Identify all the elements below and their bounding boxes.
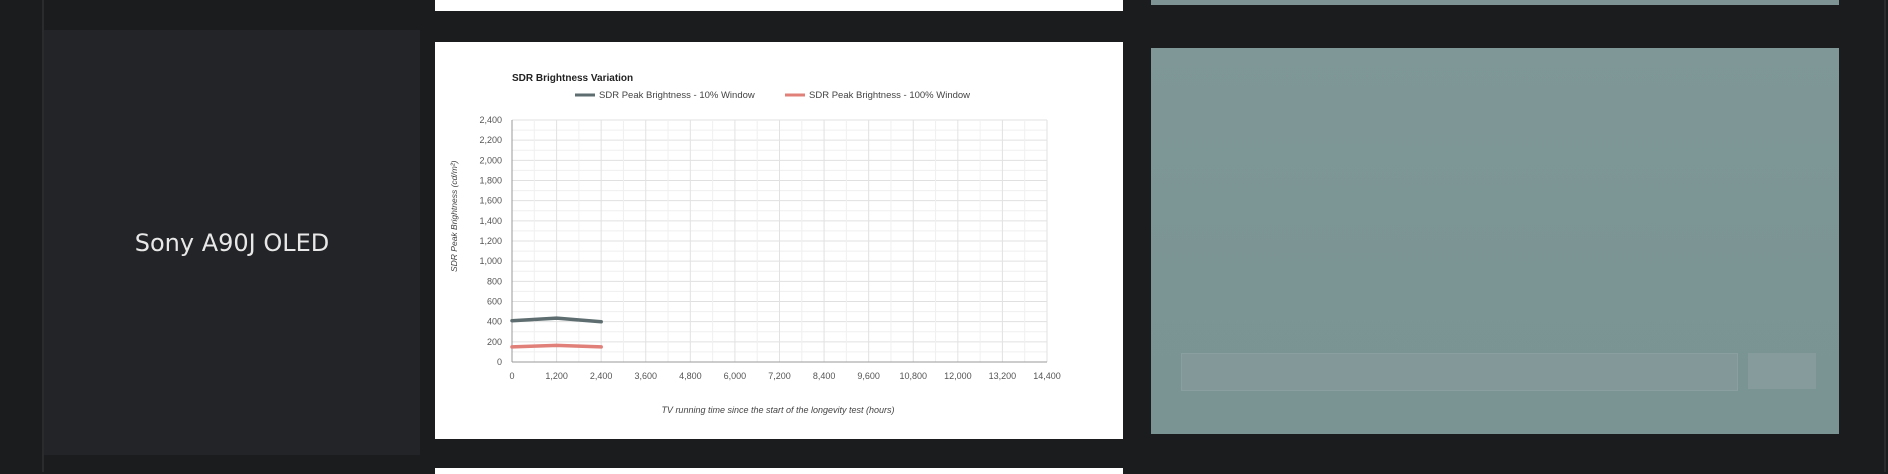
x-tick-label: 7,200 [768,371,791,381]
x-tick-label: 12,000 [944,371,972,381]
x-tick-label: 14,400 [1033,371,1061,381]
y-axis-label: SDR Peak Brightness (cd/m²) [449,160,459,272]
y-tick-label: 1,200 [479,236,502,246]
tv-name: Sony A90J OLED [134,228,330,257]
x-tick-label: 9,600 [857,371,880,381]
x-tick-label: 3,600 [634,371,657,381]
legend-label-10-window: SDR Peak Brightness - 10% Window [599,90,755,101]
y-tick-label: 2,200 [479,135,502,145]
brightness-chart-svg: SDR Brightness Variation SDR Peak Bright… [449,73,1061,415]
photo-overlay-bar [1181,353,1738,391]
x-tick-label: 4,800 [679,371,702,381]
y-axis-ticks: 0 200 400 600 800 1,000 1,200 1,400 1,600 1,800 2,… [479,115,502,367]
y-tick-label: 1,000 [479,256,502,266]
y-tick-label: 0 [497,357,502,367]
chart-title: SDR Brightness Variation [512,73,633,84]
y-tick-label: 1,400 [479,216,502,226]
y-tick-label: 800 [487,276,502,286]
x-tick-label: 2,400 [590,371,613,381]
x-axis-ticks: 0 1,200 2,400 3,600 4,800 6,000 7,200 8,400 9,60… [509,371,1060,381]
brightness-chart: SDR Brightness Variation SDR Peak Bright… [435,42,1123,439]
x-tick-label: 13,200 [989,371,1017,381]
table-border-right [1884,0,1886,472]
x-tick-label: 1,200 [545,371,568,381]
chart-legend: SDR Peak Brightness - 10% Window SDR Pea… [575,90,970,101]
x-tick-label: 8,400 [813,371,836,381]
y-tick-label: 1,600 [479,196,502,206]
tv-screen-photo [1151,48,1839,434]
y-tick-label: 400 [487,317,502,327]
x-axis-label: TV running time since the start of the l… [661,405,894,415]
y-tick-label: 2,400 [479,115,502,125]
x-tick-label: 10,800 [899,371,927,381]
chart-grid [511,119,1048,363]
next-chart-image [435,468,1123,474]
y-tick-label: 600 [487,297,502,307]
previous-photo-image [1151,0,1839,5]
legend-label-100-window: SDR Peak Brightness - 100% Window [809,90,970,101]
photo-overlay-button [1748,353,1816,389]
previous-chart-image [435,0,1123,11]
y-tick-label: 2,000 [479,155,502,165]
y-tick-label: 200 [487,337,502,347]
y-tick-label: 1,800 [479,176,502,186]
series-line-100-window [510,343,603,349]
x-tick-label: 0 [509,371,514,381]
tv-name-cell: Sony A90J OLED [44,30,420,455]
x-tick-label: 6,000 [724,371,747,381]
